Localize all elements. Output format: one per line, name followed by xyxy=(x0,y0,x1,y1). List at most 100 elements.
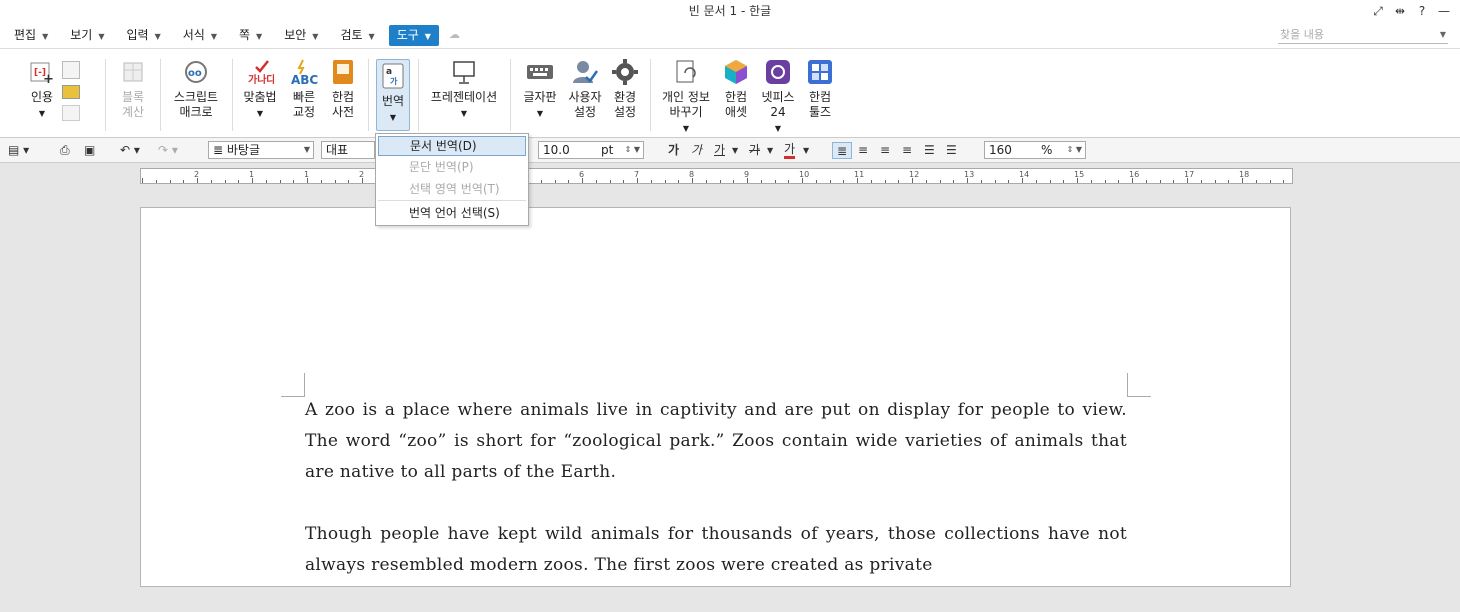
align-justify-icon[interactable]: ≣ xyxy=(832,142,852,159)
translate-document-item[interactable]: 문서 번역(D) xyxy=(378,136,526,156)
collab-icon[interactable]: ☁ xyxy=(449,28,465,42)
bold-button[interactable]: 가 xyxy=(668,142,679,159)
horizontal-ruler[interactable]: 21123456789101112131415161718 xyxy=(140,168,1293,184)
ruler-number: 1 xyxy=(249,170,255,179)
hancom-tools-button[interactable]: 한컴 툴즈 xyxy=(804,58,836,120)
ruler-tick xyxy=(265,180,267,183)
redo-icon[interactable]: ↷ ▾ xyxy=(158,142,178,159)
spellcheck-button[interactable]: 가나다 맞춤법 ▼ xyxy=(240,58,280,121)
abc-icon: ABC xyxy=(290,58,318,86)
copy-button[interactable] xyxy=(62,61,84,121)
quick-correct-button[interactable]: ABC 빠른 교정 xyxy=(288,58,320,120)
menu-page[interactable]: 쪽 ▼ xyxy=(231,25,270,46)
align-distribute-icon[interactable]: ☰ xyxy=(924,142,935,159)
ribbon-separator xyxy=(368,59,369,131)
window-controls: ⤢ ⇹ ? — xyxy=(1370,0,1460,22)
paragraph[interactable]: Though people have kept wild animals for… xyxy=(305,519,1127,581)
title-bar: 빈 문서 1 - 한글 ⤢ ⇹ ? — xyxy=(0,0,1460,22)
ruler-number: 2 xyxy=(194,170,200,179)
undo-icon[interactable]: ↶ ▾ xyxy=(120,142,140,159)
ruler-tick xyxy=(843,180,845,183)
ruler-number: 12 xyxy=(909,170,920,179)
translate-selection-item[interactable]: 선택 영역 번역(T) xyxy=(378,179,526,199)
print-icon[interactable]: ⎙ xyxy=(60,142,70,159)
minimize-icon[interactable]: — xyxy=(1436,0,1452,22)
ruler-tick xyxy=(980,180,982,183)
zoom-select[interactable]: 160 % ⇕ ▼ xyxy=(984,141,1086,159)
menu-edit[interactable]: 편집 ▼ xyxy=(6,25,56,46)
menu-insert[interactable]: 입력 ▼ xyxy=(119,25,169,46)
ruler-tick xyxy=(884,180,886,183)
align-center-icon[interactable]: ≡ xyxy=(880,142,890,159)
presentation-icon xyxy=(450,58,478,86)
menu-tools[interactable]: 도구 ▼ xyxy=(388,24,439,46)
chevron-down-icon: ▼ xyxy=(682,124,690,133)
font-size-select[interactable]: 10.0 pt ⇕ ▼ xyxy=(538,141,644,159)
menu-divider xyxy=(378,200,526,201)
chevron-down-icon[interactable]: ▼ xyxy=(1440,26,1446,44)
chevron-down-icon[interactable]: ▼ xyxy=(732,142,738,159)
ruler-tick xyxy=(925,180,927,183)
translate-button[interactable]: a가 번역 ▼ xyxy=(376,59,410,131)
search-input[interactable]: 찾을 내용 ▼ xyxy=(1278,26,1448,44)
preview-icon[interactable]: ▣ xyxy=(84,142,95,159)
ruler-number: 15 xyxy=(1074,170,1085,179)
user-settings-button[interactable]: 사용자 설정 xyxy=(566,58,604,120)
script-macro-button[interactable]: oo 스크립트 매크로 xyxy=(170,58,222,120)
menu-bar: 편집 ▼ 보기 ▼ 입력 ▼ 서식 ▼ 쪽 ▼ 보안 ▼ 검토 ▼ 도구 ▼ ☁ xyxy=(0,22,1460,49)
menu-review[interactable]: 검토 ▼ xyxy=(332,25,382,46)
hancom-assets-button[interactable]: 한컴 애셋 xyxy=(720,58,752,120)
translate-language-item[interactable]: 번역 언어 선택(S) xyxy=(378,203,526,223)
cite-button[interactable]: [-] + 인용 ▼ xyxy=(24,58,60,121)
gear-icon xyxy=(611,58,639,86)
ruler-tick xyxy=(1008,180,1010,183)
italic-button[interactable]: 가 xyxy=(691,142,702,159)
env-settings-button[interactable]: 환경 설정 xyxy=(608,58,642,120)
underline-button[interactable]: 가 xyxy=(714,142,725,159)
paragraph[interactable]: A zoo is a place where animals live in c… xyxy=(305,395,1127,488)
align-left-icon[interactable]: ≡ xyxy=(858,142,868,159)
ruler-tick xyxy=(554,180,556,183)
ribbon-separator xyxy=(650,59,651,131)
translate-dropdown: 문서 번역(D) 문단 번역(P) 선택 영역 번역(T) 번역 언어 선택(S… xyxy=(375,133,529,226)
presentation-button[interactable]: 프레젠테이션 ▼ xyxy=(428,58,500,121)
font-select[interactable]: 대표 xyxy=(321,141,375,159)
menu-security[interactable]: 보안 ▼ xyxy=(276,25,326,46)
style-select[interactable]: ≣ 바탕글 ▼ xyxy=(208,141,314,159)
help-icon[interactable]: ? xyxy=(1414,0,1430,22)
menu-format[interactable]: 서식 ▼ xyxy=(175,25,225,46)
dictionary-button[interactable]: 한컴 사전 xyxy=(328,58,358,120)
chevron-down-icon[interactable]: ▼ xyxy=(803,142,809,159)
align-divide-icon[interactable]: ☰ xyxy=(946,142,957,159)
keyboard-button[interactable]: 글자판 ▼ xyxy=(520,58,560,121)
fullscreen-icon[interactable]: ⤢ xyxy=(1370,0,1386,22)
ruler-tick xyxy=(183,180,185,183)
split-icon[interactable]: ⇹ xyxy=(1392,0,1408,22)
save-icon[interactable]: ▤ ▾ xyxy=(8,142,29,159)
netffice-button[interactable]: 넷피스 24 ▼ xyxy=(758,58,798,136)
ruler-tick xyxy=(1145,180,1147,183)
margin-corner xyxy=(1127,373,1151,397)
ruler-tick xyxy=(1118,180,1120,183)
ruler-tick xyxy=(540,180,542,183)
paragraph-style-icon: ≣ xyxy=(213,143,224,157)
privacy-button[interactable]: 개인 정보 바꾸기 ▼ xyxy=(658,58,714,136)
svg-text:oo: oo xyxy=(188,68,202,79)
chevron-down-icon: ▼ xyxy=(460,109,468,118)
block-calc-button[interactable]: 블록 계산 xyxy=(116,58,150,120)
chevron-down-icon: ▼ xyxy=(38,109,46,118)
chevron-down-icon[interactable]: ▼ xyxy=(767,142,773,159)
strike-button[interactable]: 가 xyxy=(749,142,760,159)
translate-paragraph-item[interactable]: 문단 번역(P) xyxy=(378,157,526,177)
document-body[interactable]: A zoo is a place where animals live in c… xyxy=(305,395,1127,612)
document-page[interactable]: A zoo is a place where animals live in c… xyxy=(140,207,1291,587)
ruler-tick xyxy=(898,180,900,183)
ruler-tick xyxy=(155,180,157,183)
margin-corner xyxy=(281,373,305,397)
ruler-tick xyxy=(774,180,776,183)
calculator-icon xyxy=(119,58,147,86)
align-right-icon[interactable]: ≡ xyxy=(902,142,912,159)
font-color-button[interactable]: 가 xyxy=(784,142,796,159)
menu-view[interactable]: 보기 ▼ xyxy=(62,25,112,46)
format-toolbar: ▤ ▾ ⎙ ▣ ↶ ▾ ↷ ▾ ≣ 바탕글 ▼ 대표 10.0 pt ⇕ ▼ 가 … xyxy=(0,138,1460,163)
